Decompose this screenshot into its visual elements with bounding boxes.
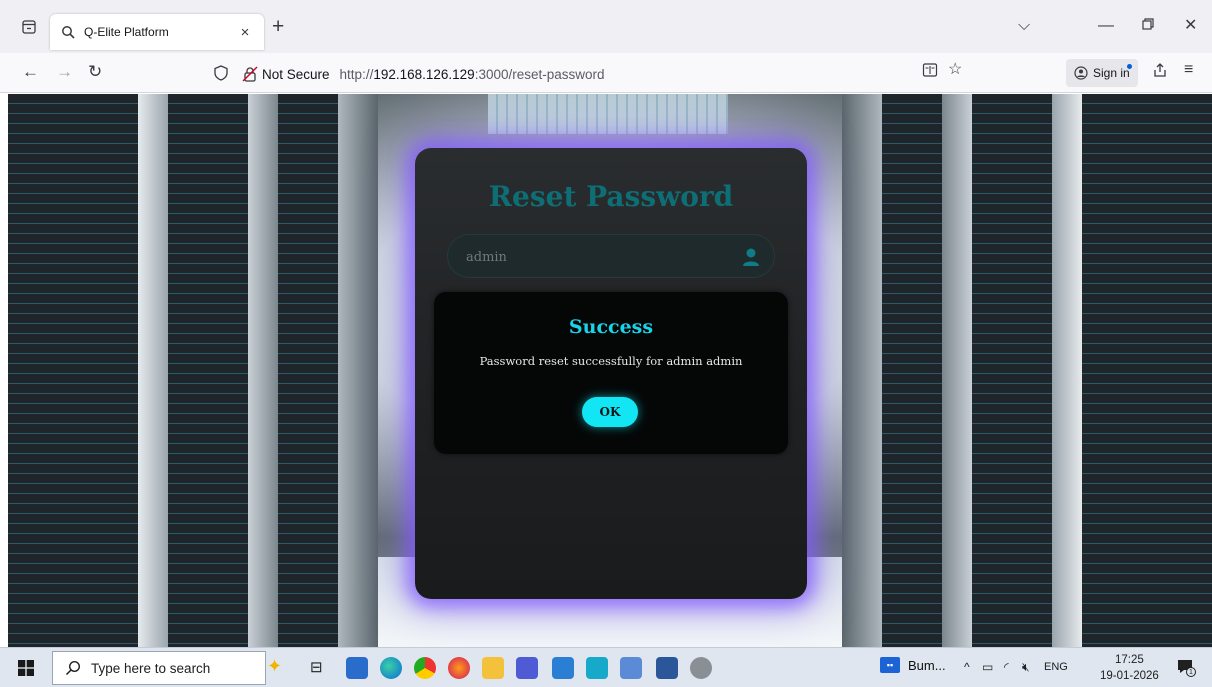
page-title: Reset Password (488, 180, 734, 213)
taskbar-search-box[interactable]: Type here to search ✦ (52, 651, 282, 685)
word-icon[interactable] (656, 657, 678, 679)
background-server-rack (942, 94, 972, 647)
url-path: :3000/reset-password (474, 66, 605, 82)
background-server-rack (138, 94, 168, 647)
page-viewport: Reset Password Success Password reset su… (8, 94, 1212, 647)
task-view-icon[interactable]: ⊟ (310, 658, 323, 676)
close-window-icon[interactable]: ✕ (1184, 16, 1197, 36)
back-arrow-icon[interactable]: ← (22, 62, 39, 82)
tab-q-elite[interactable]: Q-Elite Platform × (50, 14, 264, 50)
success-dialog: Success Password reset successfully for … (434, 292, 788, 454)
search-highlights-icon[interactable]: ✦ (267, 656, 282, 677)
tracking-protection-shield-icon[interactable] (214, 64, 232, 84)
volume-muted-icon[interactable]: 🔇︎ (1022, 660, 1030, 675)
notification-center-icon[interactable]: 1 (1176, 658, 1196, 677)
username-field[interactable] (447, 234, 775, 278)
chevron-down-icon[interactable]: ⌵ (1018, 16, 1030, 36)
user-icon (743, 248, 759, 266)
ok-button[interactable]: OK (582, 397, 638, 427)
background-server-rack (1052, 94, 1082, 647)
dialog-title: Success (568, 316, 654, 338)
url-host: 192.168.126.129 (373, 66, 475, 82)
background-server-rack (248, 94, 278, 647)
background-ceiling-light (488, 94, 728, 134)
firefox-browser-icon[interactable] (448, 657, 470, 679)
clock-date: 19-01-2026 (1100, 670, 1159, 682)
minimize-icon[interactable]: — (1098, 16, 1114, 36)
tab-close-icon[interactable]: × (236, 24, 254, 41)
notification-dot (1127, 64, 1132, 69)
navigation-bar: ← → ↻ Not Secure http://192.168.126.129:… (0, 53, 1212, 93)
search-placeholder: Type here to search (91, 660, 211, 676)
sign-in-button[interactable]: Sign in (1066, 59, 1138, 87)
reader-view-icon[interactable] (922, 62, 938, 83)
chrome-browser-icon[interactable] (414, 657, 436, 679)
bum-app-icon: ▪▪ (880, 657, 900, 673)
search-icon (65, 660, 81, 676)
insecure-lock-icon (242, 66, 258, 82)
background-server-rack (168, 94, 248, 647)
notification-count-badge: 1 (1186, 667, 1196, 677)
restore-icon[interactable] (1142, 16, 1154, 36)
site-favicon-icon (60, 24, 76, 40)
username-input[interactable] (466, 247, 726, 267)
app-icon[interactable] (586, 657, 608, 679)
teams-icon[interactable] (516, 657, 538, 679)
windows-taskbar: Type here to search ✦ ⊟ ▪▪ Bum... ^ ▭ ◜ … (0, 647, 1212, 687)
taskbar-app-bum[interactable]: ▪▪ Bum... (880, 657, 946, 673)
background-server-rack (1082, 94, 1212, 647)
account-icon (1074, 66, 1088, 80)
not-secure-label: Not Secure (262, 66, 330, 82)
url-prefix: http:// (339, 66, 374, 82)
background-server-rack (278, 94, 338, 647)
outlook-icon[interactable] (552, 657, 574, 679)
show-hidden-icons-chevron-icon[interactable]: ^ (964, 660, 970, 674)
dialog-message: Password reset successfully for admin ad… (479, 354, 743, 368)
list-all-tabs-icon[interactable] (16, 14, 42, 40)
edge-browser-icon[interactable] (380, 657, 402, 679)
background-server-rack (842, 94, 882, 647)
reset-password-card: Reset Password Success Password reset su… (415, 148, 807, 599)
file-explorer-icon[interactable] (482, 657, 504, 679)
language-indicator[interactable]: ENG (1044, 661, 1068, 673)
windows-start-icon[interactable] (18, 660, 34, 676)
system-clock[interactable]: 17:25 19-01-2026 (1100, 652, 1159, 684)
tab-bar: Q-Elite Platform × + ⌵ — ✕ (0, 0, 1212, 53)
url-text[interactable]: http://192.168.126.129:3000/reset-passwo… (340, 67, 605, 82)
url-bar[interactable]: Not Secure http://192.168.126.129:3000/r… (208, 59, 970, 89)
background-server-rack (972, 94, 1052, 647)
bookmark-star-icon[interactable]: ☆ (948, 62, 962, 78)
app-icon[interactable] (690, 657, 712, 679)
tab-title: Q-Elite Platform (84, 25, 169, 39)
wifi-icon[interactable]: ◜ (1004, 660, 1009, 674)
app-icon[interactable] (620, 657, 642, 679)
hamburger-menu-icon[interactable]: ≡ (1184, 62, 1193, 78)
background-server-rack (882, 94, 942, 647)
new-tab-button[interactable]: + (272, 16, 284, 37)
reload-icon[interactable]: ↻ (88, 62, 102, 82)
not-secure-indicator[interactable]: Not Secure (242, 66, 330, 82)
background-server-rack (338, 94, 378, 647)
forward-arrow-icon[interactable]: → (56, 62, 73, 82)
share-icon[interactable] (1152, 62, 1168, 83)
battery-icon[interactable]: ▭ (982, 660, 993, 674)
taskbar-app-label: Bum... (908, 657, 946, 673)
microsoft-store-icon[interactable] (346, 657, 368, 679)
clock-time: 17:25 (1115, 654, 1144, 666)
background-server-rack (8, 94, 138, 647)
sign-in-label: Sign in (1093, 66, 1130, 80)
